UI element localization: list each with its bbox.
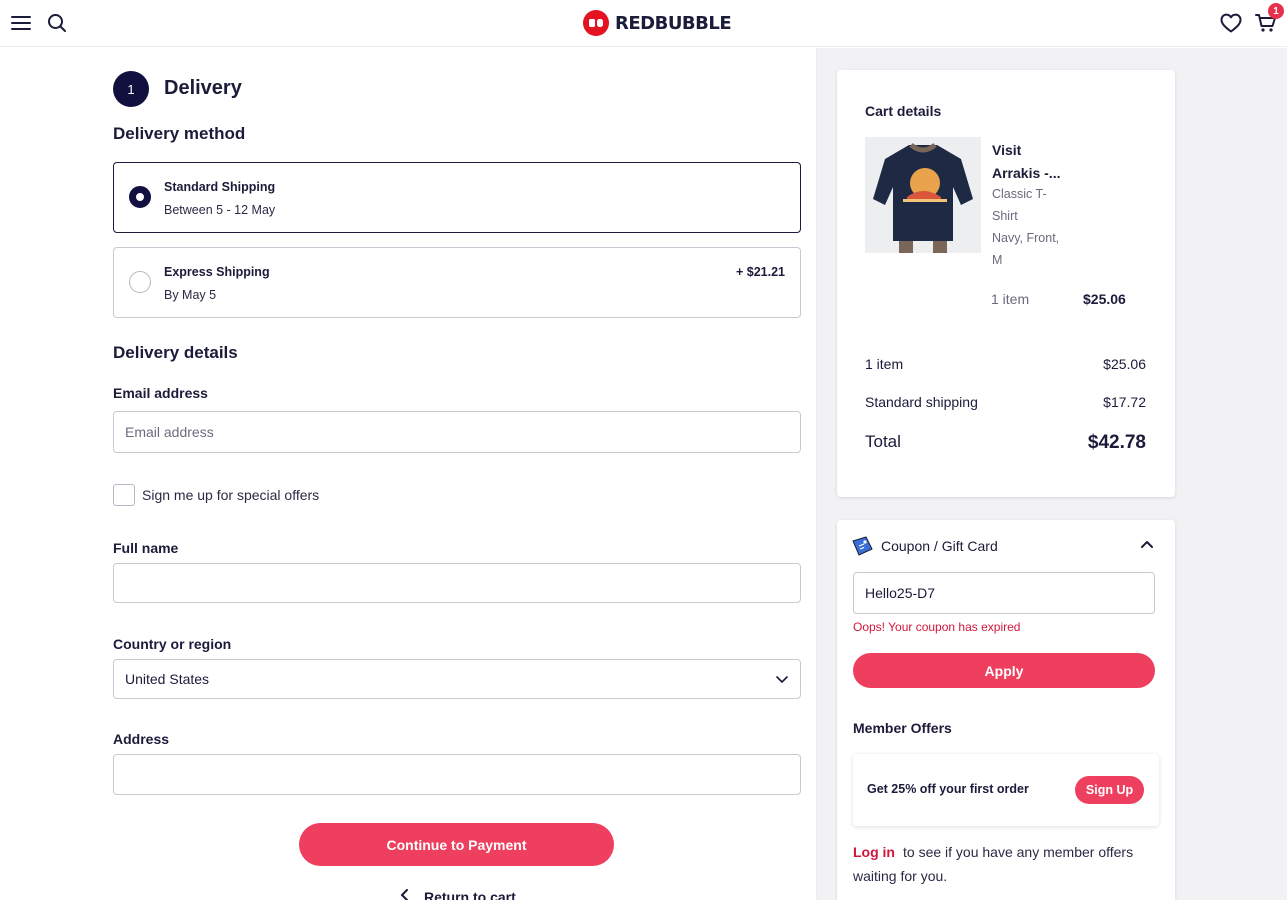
brand-name: REDBUBBLE [615,12,732,34]
cart-details-title: Cart details [865,103,942,119]
cart-details-card: Cart details Visit Arrakis -... Classic … [837,70,1175,497]
full-name-label: Full name [113,540,179,556]
cart-count-badge: 1 [1268,3,1284,19]
coupon-error-message: Oops! Your coupon has expired [853,620,1021,634]
chevron-up-icon[interactable] [1139,537,1159,555]
product-description: Classic T-Shirt Navy, Front, M [992,183,1072,271]
shipping-option-name: Standard Shipping [164,180,276,194]
coupon-title: Coupon / Gift Card [881,538,998,554]
shipping-option-express[interactable]: Express Shipping By May 5 + $21.21 [113,247,801,318]
member-offers-title: Member Offers [853,720,952,736]
special-offers-label: Sign me up for special offers [142,487,320,503]
shipping-option-price: + $21.21 [735,265,785,279]
shipping-option-detail: Between 5 - 12 May [164,203,276,217]
chevron-down-icon [774,671,790,687]
coupon-tag-icon [850,535,874,557]
summary-items-value: $25.06 [1103,356,1146,372]
continue-to-payment-button[interactable]: Continue to Payment [299,823,614,866]
radio-standard[interactable] [129,186,151,208]
menu-icon[interactable] [8,10,34,36]
login-prompt: Log in to see if you have any member offe… [853,840,1153,888]
email-label: Email address [113,385,208,401]
step-number: 1 [113,71,149,107]
return-to-cart-label: Return to cart [424,888,516,900]
top-header: REDBUBBLE 1 [0,0,1287,47]
shipping-option-standard[interactable]: Standard Shipping Between 5 - 12 May [113,162,801,233]
summary-total-value: $42.78 [1087,432,1146,453]
product-title[interactable]: Visit Arrakis -... [992,139,1072,185]
summary-items-row: 1 item $25.06 [865,356,1146,372]
search-icon[interactable] [44,10,70,36]
redbubble-logo-icon [583,10,609,36]
step-title: Delivery [164,77,242,99]
country-select[interactable]: United States [113,659,801,699]
delivery-details-title: Delivery details [113,343,238,362]
country-label: Country or region [113,636,232,652]
member-offer-text: Get 25% off your first order [867,782,1029,796]
summary-total-row: Total $42.78 [865,432,1146,454]
return-to-cart-link[interactable]: Return to cart [400,888,516,900]
sign-up-button[interactable]: Sign Up [1075,776,1144,804]
member-offer-box: Get 25% off your first order Sign Up [853,754,1159,826]
product-variant: Navy, Front, M [992,231,1060,267]
delivery-method-title: Delivery method [113,124,246,143]
summary-shipping-label: Standard shipping [865,394,978,410]
address-field[interactable] [113,754,801,795]
log-in-link[interactable]: Log in [853,844,895,860]
country-value: United States [125,671,210,687]
coupon-card: Coupon / Gift Card Oops! Your coupon has… [837,520,1175,900]
heart-icon[interactable] [1218,10,1244,36]
radio-express[interactable] [129,271,151,293]
summary-shipping-value: $17.72 [1103,394,1146,410]
chevron-left-icon [400,888,410,900]
login-prompt-text: to see if you have any member offers wai… [853,844,1134,884]
summary-total-label: Total [865,432,901,451]
special-offers-checkbox[interactable] [113,484,135,506]
summary-shipping-row: Standard shipping $17.72 [865,394,1146,410]
apply-coupon-button[interactable]: Apply [853,653,1155,688]
product-quantity: 1 item [991,291,1030,307]
email-field[interactable] [113,411,801,453]
product-image[interactable] [865,137,981,253]
shipping-option-detail: By May 5 [164,288,217,302]
brand-logo[interactable]: REDBUBBLE [583,10,732,36]
address-label: Address [113,731,170,747]
product-type: Classic T-Shirt [992,187,1047,223]
summary-items-label: 1 item [865,356,904,372]
shipping-option-name: Express Shipping [164,265,270,279]
coupon-input[interactable] [853,572,1155,614]
full-name-field[interactable] [113,563,801,603]
product-price: $25.06 [1083,291,1126,307]
